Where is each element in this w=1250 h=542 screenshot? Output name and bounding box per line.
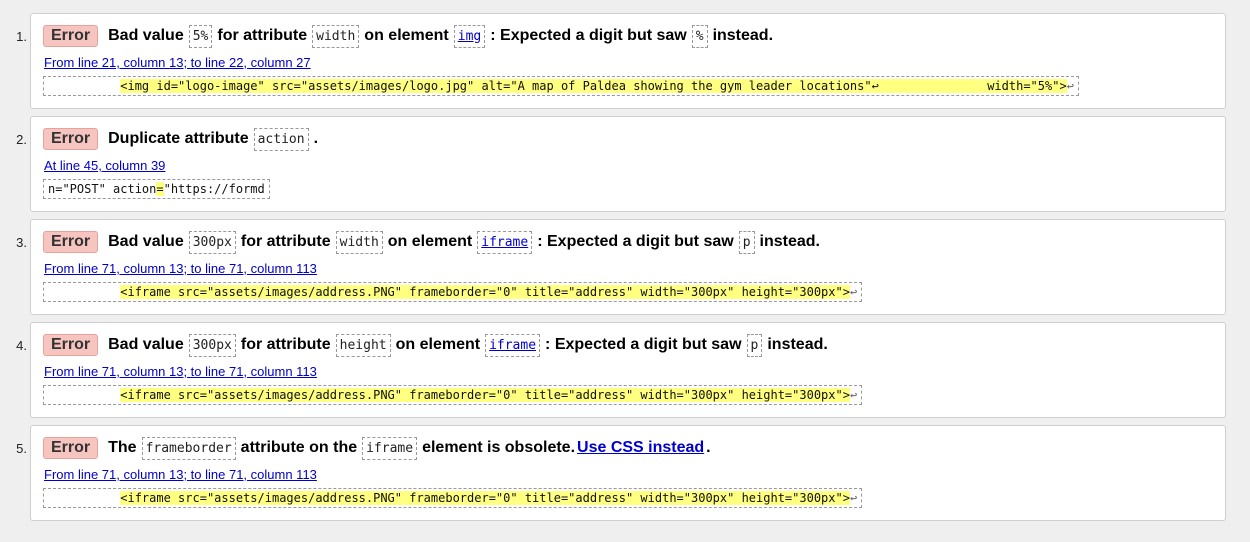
- error-card: Error Bad value 300px for attribute width on…: [30, 219, 1226, 315]
- error-number: 5.: [16, 441, 27, 456]
- code-token: width: [312, 24, 360, 48]
- use-css-link[interactable]: Use CSS instead: [577, 439, 704, 457]
- extract-highlight: <iframe src="assets/images/address.PNG" …: [120, 285, 850, 299]
- message-text: for attribute: [217, 27, 308, 44]
- code-extract: <iframe src="assets/images/address.PNG" …: [43, 282, 863, 302]
- element-doc-link[interactable]: img: [458, 29, 481, 44]
- error-location-link[interactable]: From line 21, column 13; to line 22, col…: [44, 55, 311, 70]
- code-extract: n="POST" action="https://formd: [43, 179, 270, 199]
- error-location-link[interactable]: At line 45, column 39: [44, 158, 165, 173]
- message-text: Bad value: [108, 336, 184, 353]
- extract-post: ↩: [1066, 79, 1074, 93]
- error-message: Error Bad value 300px for attribute width on…: [43, 230, 821, 254]
- error-badge: Error: [43, 231, 99, 253]
- error-badge: Error: [43, 437, 99, 459]
- message-text: on element: [395, 336, 481, 353]
- message-text: .: [313, 130, 319, 147]
- error-card: Error Bad value 300px for attribute height o…: [30, 322, 1226, 418]
- extract-post: ↩: [849, 491, 858, 505]
- code-token: p: [738, 230, 755, 254]
- extract-highlight: <img id="logo-image" src="assets/images/…: [120, 79, 1067, 93]
- message-text: attribute on the: [240, 439, 358, 456]
- message-text: instead.: [767, 336, 828, 353]
- extract-highlight: =: [156, 182, 164, 196]
- error-item: 5. Error The frameborder attribute on the i…: [0, 425, 1250, 521]
- error-number: 4.: [16, 338, 27, 353]
- error-badge: Error: [43, 334, 99, 356]
- error-item: 1. Error Bad value 5% for attribute width on…: [0, 13, 1250, 109]
- error-card: Error The frameborder attribute on the ifra…: [30, 425, 1226, 521]
- code-token: img: [453, 24, 486, 48]
- message-text: on element: [387, 233, 473, 250]
- message-text: Duplicate attribute: [108, 130, 249, 147]
- extract-post: "https://formd: [163, 182, 265, 196]
- error-item: 2. Error Duplicate attribute action. At l…: [0, 116, 1250, 212]
- message-text: Bad value: [108, 233, 184, 250]
- message-text: element is obsolete.: [422, 439, 576, 456]
- element-doc-link[interactable]: iframe: [481, 235, 528, 250]
- error-number: 2.: [16, 132, 27, 147]
- error-message: Error The frameborder attribute on the ifra…: [43, 436, 712, 460]
- message-text: : Expected a digit but saw: [545, 336, 742, 353]
- code-token: height: [335, 333, 391, 357]
- error-badge: Error: [43, 128, 99, 150]
- element-doc-link[interactable]: iframe: [489, 338, 536, 353]
- extract-pre: n="POST" action: [48, 182, 157, 196]
- code-token: 300px: [188, 333, 236, 357]
- error-badge: Error: [43, 25, 99, 47]
- code-token: iframe: [485, 333, 541, 357]
- extract-highlight: <iframe src="assets/images/address.PNG" …: [120, 388, 850, 402]
- code-token: iframe: [362, 436, 418, 460]
- error-message: Error Bad value 5% for attribute width on el…: [43, 24, 774, 48]
- error-number: 1.: [16, 29, 27, 44]
- extract-highlight: <iframe src="assets/images/address.PNG" …: [120, 491, 850, 505]
- code-token: %: [691, 24, 708, 48]
- message-text: on element: [364, 27, 449, 44]
- extract-pre: [48, 285, 120, 299]
- message-text: : Expected a digit but saw: [537, 233, 734, 250]
- error-message: Error Duplicate attribute action.: [43, 127, 319, 151]
- extract-post: ↩: [849, 285, 858, 299]
- extract-pre: [48, 79, 120, 93]
- message-text: : Expected a digit but saw: [490, 27, 687, 44]
- error-location-link[interactable]: From line 71, column 13; to line 71, col…: [44, 467, 317, 482]
- error-card: Error Duplicate attribute action. At line…: [30, 116, 1226, 212]
- code-token: iframe: [477, 230, 533, 254]
- code-token: p: [746, 333, 763, 357]
- message-text: for attribute: [240, 336, 331, 353]
- code-token: 300px: [188, 230, 236, 254]
- extract-post: ↩: [849, 388, 858, 402]
- message-text: for attribute: [240, 233, 331, 250]
- error-message: Error Bad value 300px for attribute height o…: [43, 333, 829, 357]
- error-item: 3. Error Bad value 300px for attribute widt…: [0, 219, 1250, 315]
- code-token: action: [253, 127, 309, 151]
- message-text: instead.: [759, 233, 820, 250]
- code-extract: <iframe src="assets/images/address.PNG" …: [43, 488, 863, 508]
- code-token: 5%: [188, 24, 213, 48]
- code-token: frameborder: [141, 436, 236, 460]
- extract-pre: [48, 388, 120, 402]
- message-text: Bad value: [108, 27, 184, 44]
- message-text: The: [108, 439, 137, 456]
- error-location-link[interactable]: From line 71, column 13; to line 71, col…: [44, 261, 317, 276]
- error-list: 1. Error Bad value 5% for attribute width on…: [0, 0, 1250, 542]
- error-location-link[interactable]: From line 71, column 13; to line 71, col…: [44, 364, 317, 379]
- error-card: Error Bad value 5% for attribute width on el…: [30, 13, 1226, 109]
- code-token: width: [335, 230, 383, 254]
- extract-pre: [48, 491, 120, 505]
- error-item: 4. Error Bad value 300px for attribute heig…: [0, 322, 1250, 418]
- error-number: 3.: [16, 235, 27, 250]
- message-text: .: [706, 439, 711, 456]
- code-extract: <iframe src="assets/images/address.PNG" …: [43, 385, 863, 405]
- code-extract: <img id="logo-image" src="assets/images/…: [43, 76, 1079, 96]
- message-text: instead.: [712, 27, 774, 44]
